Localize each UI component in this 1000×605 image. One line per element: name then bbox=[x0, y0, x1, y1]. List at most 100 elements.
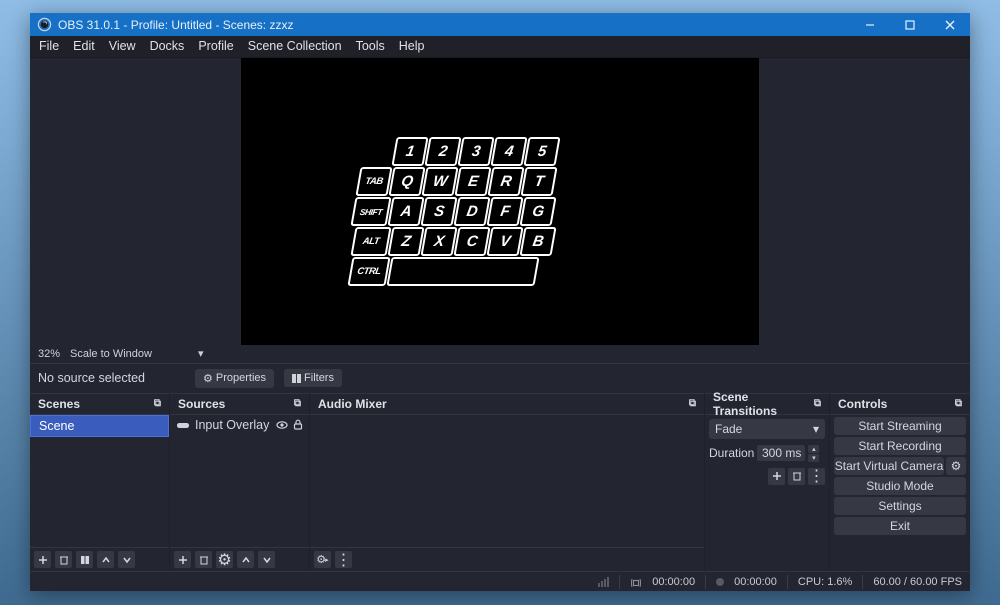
properties-button[interactable]: ⚙Properties bbox=[195, 369, 274, 388]
popout-icon[interactable]: ⧉ bbox=[814, 398, 821, 409]
mixer-menu-button[interactable]: ⋮ bbox=[335, 551, 352, 568]
delete-scene-button[interactable] bbox=[55, 551, 72, 568]
duration-spinner[interactable]: ▴▾ bbox=[808, 445, 819, 462]
fps-counter: 60.00 / 60.00 FPS bbox=[873, 576, 962, 588]
mixer-settings-button[interactable]: ⚙▸ bbox=[314, 551, 331, 568]
menubar: File Edit View Docks Profile Scene Colle… bbox=[30, 36, 970, 58]
menu-help[interactable]: Help bbox=[392, 37, 432, 55]
popout-icon[interactable]: ⧉ bbox=[689, 398, 696, 409]
mixer-toolbar: ⚙▸ ⋮ bbox=[310, 547, 704, 571]
duration-label: Duration bbox=[709, 446, 754, 460]
sources-toolbar: ⚙ bbox=[170, 547, 309, 571]
dock-scenes: Scenes ⧉ Scene bbox=[30, 393, 170, 571]
chevron-down-icon[interactable]: ▾ bbox=[198, 347, 204, 360]
move-source-down-button[interactable] bbox=[258, 551, 275, 568]
scenes-title: Scenes bbox=[38, 397, 80, 411]
key-a: A bbox=[387, 197, 424, 226]
scene-filter-button[interactable] bbox=[76, 551, 93, 568]
source-item[interactable]: Input Overlay bbox=[170, 415, 309, 435]
menu-tools[interactable]: Tools bbox=[349, 37, 392, 55]
selection-status: No source selected bbox=[38, 371, 145, 385]
live-time: 00:00:00 bbox=[652, 576, 695, 588]
start-streaming-button[interactable]: Start Streaming bbox=[834, 417, 966, 435]
menu-edit[interactable]: Edit bbox=[66, 37, 102, 55]
dock-transitions: Scene Transitions⧉ Fade▾ Duration 300 ms… bbox=[705, 393, 830, 571]
move-scene-down-button[interactable] bbox=[118, 551, 135, 568]
key-q: Q bbox=[388, 167, 425, 196]
delete-transition-button[interactable] bbox=[788, 468, 805, 485]
key-1: 1 bbox=[391, 137, 428, 166]
transition-select[interactable]: Fade▾ bbox=[709, 419, 825, 439]
add-source-button[interactable] bbox=[174, 551, 191, 568]
key-t: T bbox=[520, 167, 557, 196]
controls-title: Controls bbox=[838, 397, 887, 411]
menu-profile[interactable]: Profile bbox=[191, 37, 240, 55]
filters-icon bbox=[292, 374, 301, 383]
source-settings-button[interactable]: ⚙ bbox=[216, 551, 233, 568]
scale-bar: 32% Scale to Window ▾ bbox=[30, 345, 970, 363]
close-button[interactable] bbox=[930, 13, 970, 36]
menu-file[interactable]: File bbox=[32, 37, 66, 55]
start-virtual-camera-button[interactable]: Start Virtual Camera bbox=[834, 457, 944, 475]
add-scene-button[interactable] bbox=[34, 551, 51, 568]
titlebar: OBS 31.0.1 - Profile: Untitled - Scenes:… bbox=[30, 13, 970, 36]
broadcast-icon bbox=[630, 577, 642, 587]
gear-icon: ⚙ bbox=[203, 372, 213, 385]
key-b: B bbox=[519, 227, 556, 256]
key-5: 5 bbox=[523, 137, 560, 166]
gamepad-icon bbox=[176, 420, 190, 430]
lock-icon[interactable] bbox=[293, 419, 303, 430]
keyboard-overlay: 1 2 3 4 5 TAB Q W E R T SHIFT A S bbox=[358, 137, 568, 302]
popout-icon[interactable]: ⧉ bbox=[154, 398, 161, 409]
key-c: C bbox=[453, 227, 490, 256]
popout-icon[interactable]: ⧉ bbox=[955, 398, 962, 409]
scenes-toolbar bbox=[30, 547, 169, 571]
sources-title: Sources bbox=[178, 397, 225, 411]
zoom-percent: 32% bbox=[38, 348, 60, 360]
eye-icon[interactable] bbox=[276, 420, 288, 430]
key-alt: ALT bbox=[350, 227, 391, 256]
recording-icon bbox=[716, 578, 724, 586]
move-source-up-button[interactable] bbox=[237, 551, 254, 568]
scale-mode[interactable]: Scale to Window bbox=[70, 348, 152, 360]
exit-button[interactable]: Exit bbox=[834, 517, 966, 535]
maximize-button[interactable] bbox=[890, 13, 930, 36]
key-v: V bbox=[486, 227, 523, 256]
mixer-title: Audio Mixer bbox=[318, 397, 387, 411]
menu-view[interactable]: View bbox=[102, 37, 143, 55]
cpu-usage: CPU: 1.6% bbox=[798, 576, 852, 588]
source-label: Input Overlay bbox=[195, 418, 269, 432]
key-shift: SHIFT bbox=[350, 197, 391, 226]
obs-icon bbox=[36, 17, 52, 33]
preview-canvas: 1 2 3 4 5 TAB Q W E R T SHIFT A S bbox=[241, 58, 759, 345]
start-recording-button[interactable]: Start Recording bbox=[834, 437, 966, 455]
studio-mode-button[interactable]: Studio Mode bbox=[834, 477, 966, 495]
docks: Scenes ⧉ Scene Sources ⧉ Input Overlay bbox=[30, 393, 970, 571]
key-4: 4 bbox=[490, 137, 527, 166]
key-ctrl: CTRL bbox=[347, 257, 390, 286]
key-3: 3 bbox=[457, 137, 494, 166]
menu-docks[interactable]: Docks bbox=[143, 37, 192, 55]
menu-scene-collection[interactable]: Scene Collection bbox=[241, 37, 349, 55]
filters-button[interactable]: Filters bbox=[284, 369, 342, 387]
move-scene-up-button[interactable] bbox=[97, 551, 114, 568]
minimize-button[interactable] bbox=[850, 13, 890, 36]
add-transition-button[interactable] bbox=[768, 468, 785, 485]
key-r: R bbox=[487, 167, 524, 196]
key-tab: TAB bbox=[355, 167, 392, 196]
duration-input[interactable]: 300 ms bbox=[757, 445, 805, 461]
key-f: F bbox=[486, 197, 523, 226]
key-w: W bbox=[421, 167, 458, 196]
signal-icon bbox=[598, 577, 609, 587]
dock-sources: Sources ⧉ Input Overlay ⚙ bbox=[170, 393, 310, 571]
preview-area[interactable]: 1 2 3 4 5 TAB Q W E R T SHIFT A S bbox=[30, 58, 970, 345]
app-window: OBS 31.0.1 - Profile: Untitled - Scenes:… bbox=[30, 13, 970, 591]
scene-item[interactable]: Scene bbox=[30, 415, 169, 437]
transition-menu-button[interactable]: ⋮ bbox=[808, 468, 825, 485]
settings-button[interactable]: Settings bbox=[834, 497, 966, 515]
virtual-camera-settings-button[interactable]: ⚙ bbox=[946, 457, 966, 475]
delete-source-button[interactable] bbox=[195, 551, 212, 568]
key-2: 2 bbox=[424, 137, 461, 166]
dock-controls: Controls ⧉ Start Streaming Start Recordin… bbox=[830, 393, 970, 571]
popout-icon[interactable]: ⧉ bbox=[294, 398, 301, 409]
